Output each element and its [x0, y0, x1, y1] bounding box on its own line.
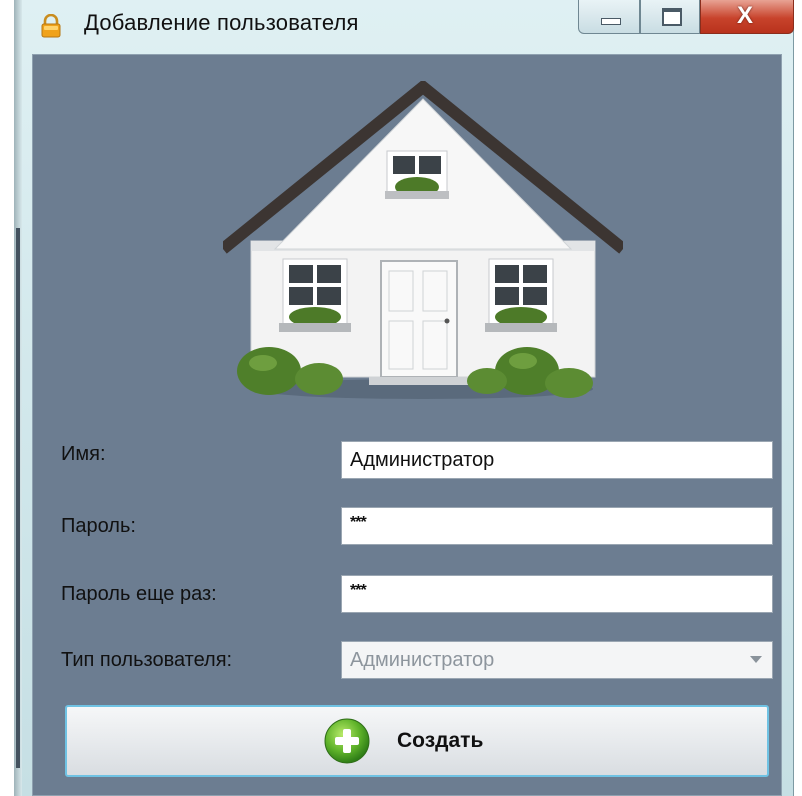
house-image [223, 81, 623, 399]
name-field[interactable]: Администратор [341, 441, 773, 479]
create-button-label: Создать [397, 729, 484, 752]
name-label: Имя: [61, 443, 106, 465]
password-label: Пароль: [61, 515, 136, 537]
window-title: Добавление пользователя [84, 10, 359, 35]
window-left-shadow [16, 228, 20, 768]
lock-icon [41, 14, 61, 38]
user-type-selected-value: Администратор [350, 649, 495, 671]
maximize-icon [662, 8, 682, 26]
user-type-select[interactable]: Администратор [341, 641, 773, 679]
create-button[interactable]: Создать [65, 705, 769, 777]
password-repeat-label: Пароль еще раз: [61, 583, 217, 605]
maximize-button[interactable] [640, 0, 700, 34]
password-repeat-field[interactable]: *** [341, 575, 773, 613]
window-left-border [14, 0, 22, 796]
password-field[interactable]: *** [341, 507, 773, 545]
form-area: Имя: Администратор Пароль: *** Пароль ещ… [32, 54, 782, 796]
close-button[interactable]: X [700, 0, 794, 34]
minimize-button[interactable] [578, 0, 640, 34]
close-icon: X [737, 2, 754, 29]
minimize-icon [601, 18, 621, 25]
title-bar[interactable]: Добавление пользователя X [22, 0, 794, 50]
user-type-label: Тип пользователя: [61, 649, 233, 671]
plus-icon [324, 718, 370, 764]
chevron-down-icon[interactable] [750, 656, 762, 663]
